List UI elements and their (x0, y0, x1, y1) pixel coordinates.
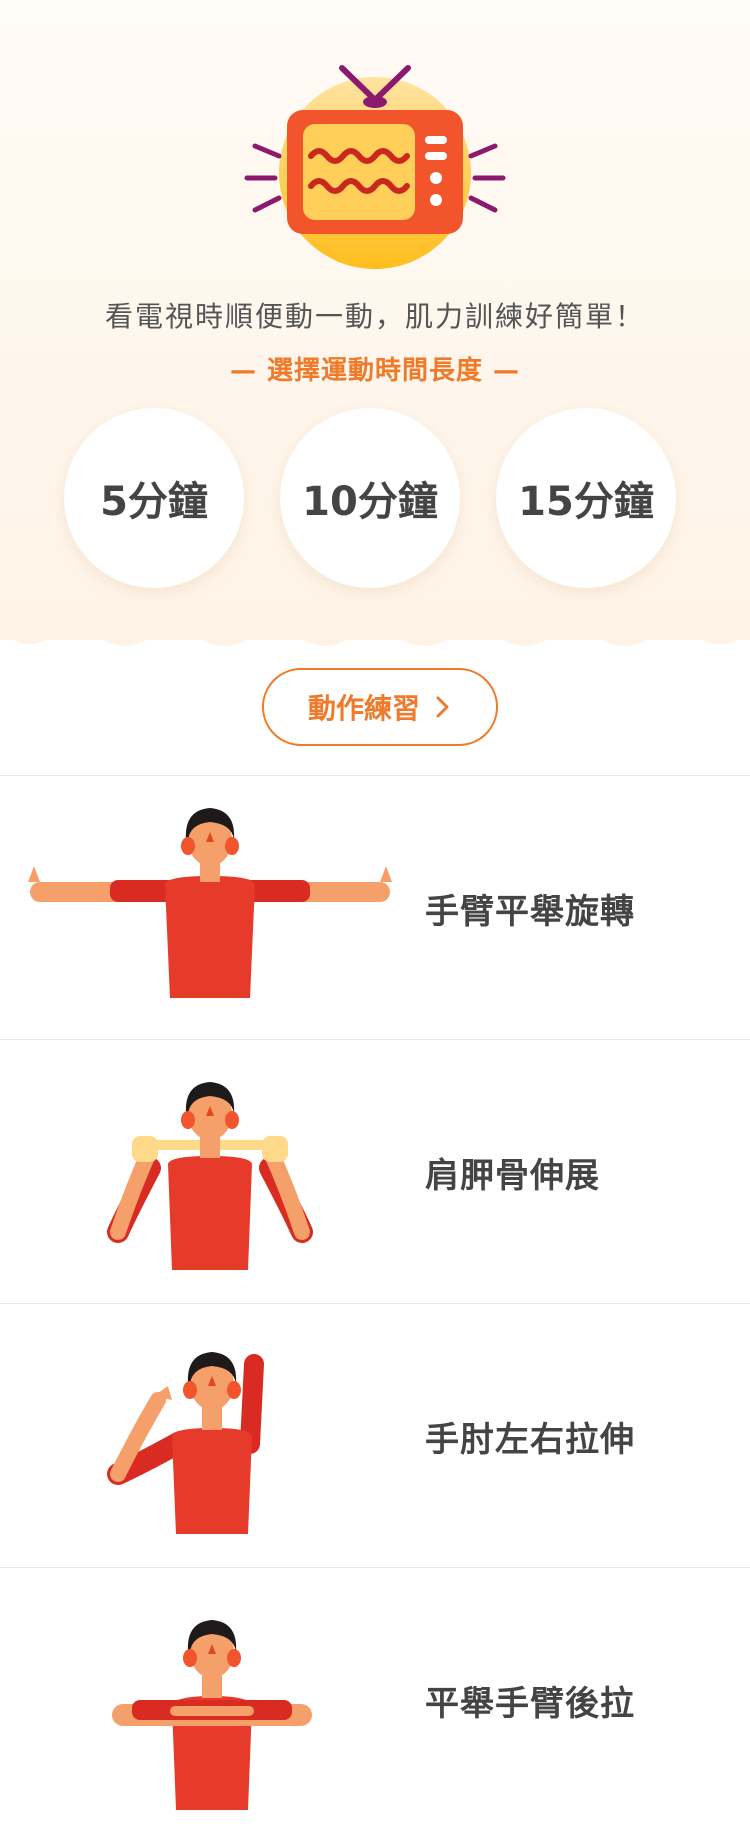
exercise-list: 手臂平舉旋轉 肩胛骨伸展 手肘左右拉伸 平舉手臂後拉 (0, 775, 750, 1831)
exercise-label: 手肘左右拉伸 (425, 1419, 635, 1460)
duration-5min-button[interactable]: 5分鐘 (64, 408, 244, 588)
exercise-row-arm-pull[interactable]: 平舉手臂後拉 (0, 1567, 750, 1831)
exercise-label: 平舉手臂後拉 (425, 1683, 635, 1724)
exercise-row-elbow-stretch[interactable]: 手肘左右拉伸 (0, 1303, 750, 1567)
exercise-label: 手臂平舉旋轉 (425, 891, 635, 932)
exercise-row-arm-rotation[interactable]: 手臂平舉旋轉 (0, 775, 750, 1039)
practice-button-label: 動作練習 (307, 692, 420, 725)
duration-15min-button[interactable]: 15分鐘 (496, 408, 676, 588)
arms-forward-pull-illustration (20, 1588, 400, 1818)
tagline-text: 看電視時順便動一動，肌力訓練好簡單！ (104, 300, 645, 333)
scalloped-divider (0, 610, 750, 646)
practice-button[interactable]: 動作練習 (262, 668, 498, 746)
retro-tv-illustration (235, 38, 515, 278)
exercise-label: 肩胛骨伸展 (425, 1155, 600, 1196)
elbow-stretch-illustration (20, 1324, 400, 1554)
shoulder-blade-stretch-illustration (20, 1060, 400, 1290)
choose-duration-title: — 選擇運動時間長度 — (229, 356, 521, 386)
duration-10min-button[interactable]: 10分鐘 (280, 408, 460, 588)
exercise-row-shoulder-stretch[interactable]: 肩胛骨伸展 (0, 1039, 750, 1303)
chevron-right-icon (436, 696, 449, 718)
arms-out-raised-illustration (20, 796, 400, 1026)
